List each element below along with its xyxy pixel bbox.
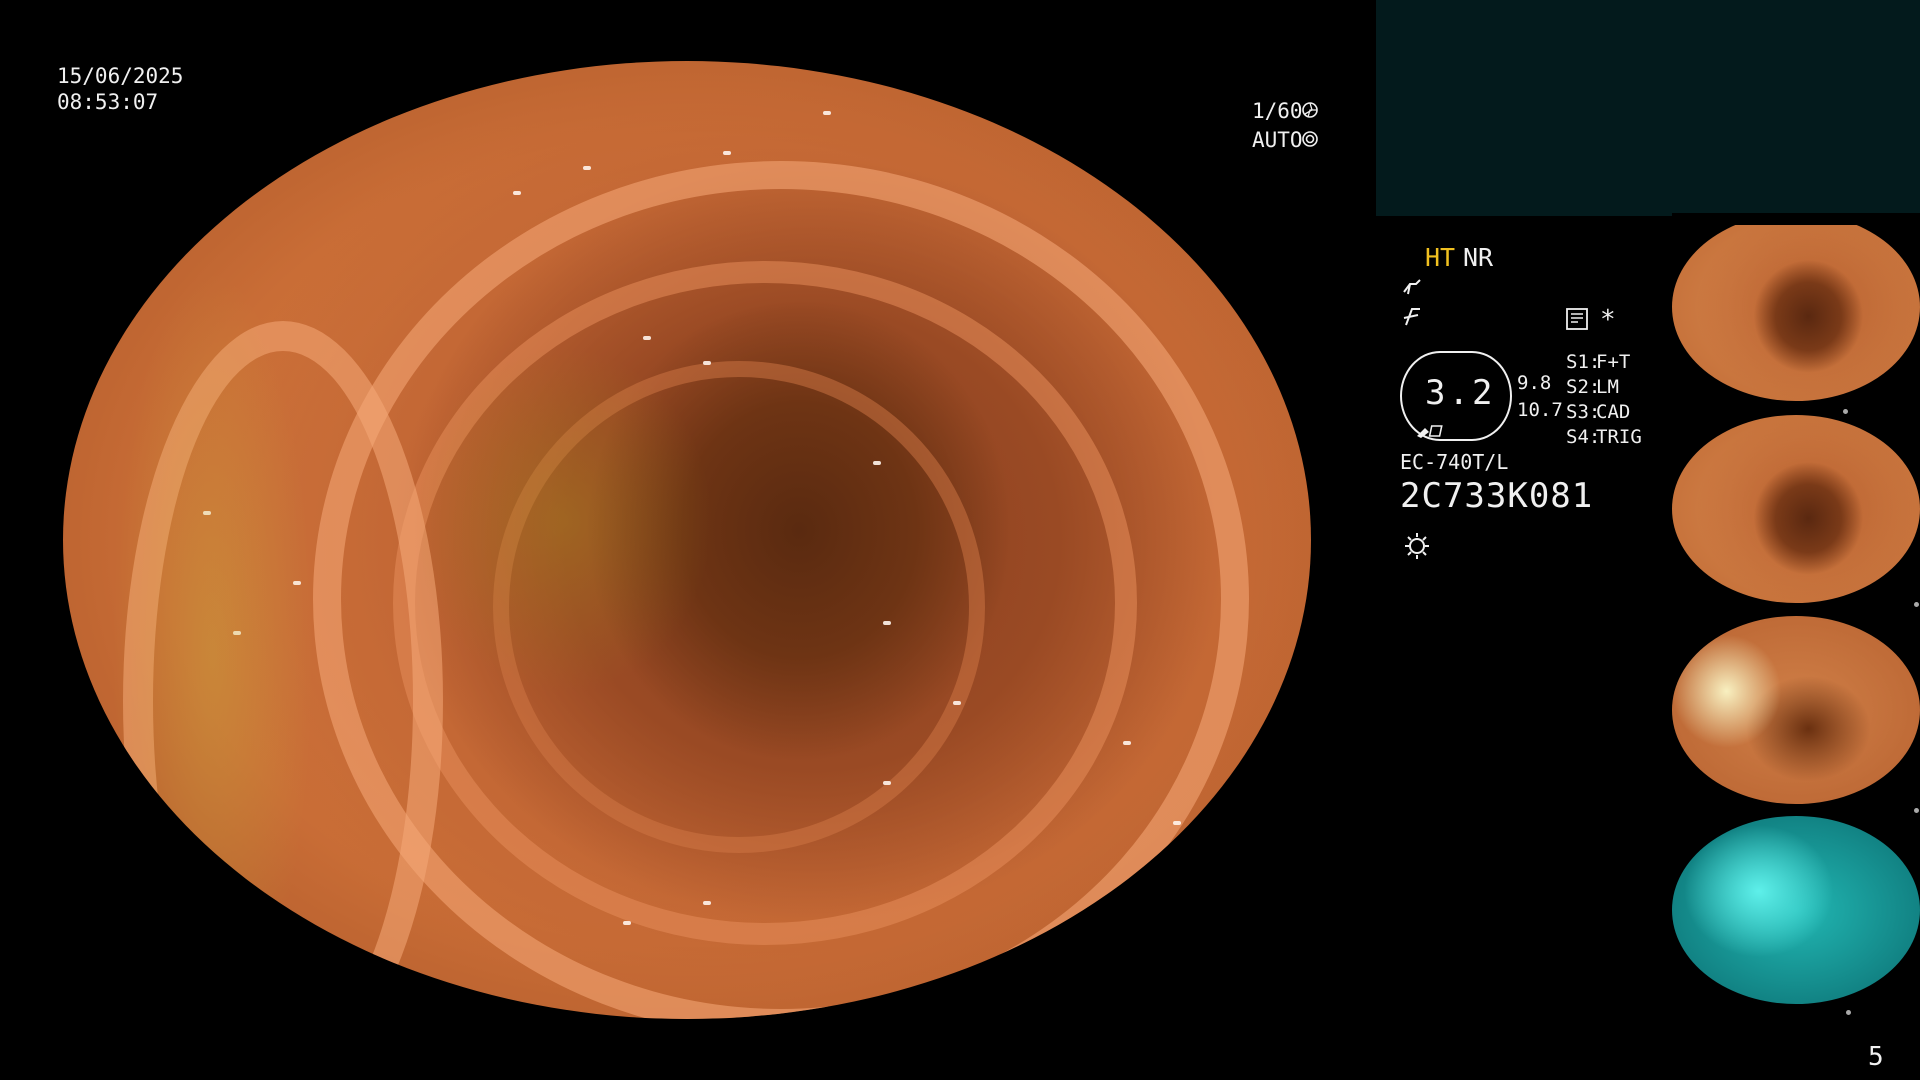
- iris-mode-label: AUTO: [1252, 128, 1303, 152]
- specular-highlight: [513, 191, 521, 195]
- specular-highlight: [883, 781, 891, 785]
- thumbnail-marker: [1846, 1010, 1851, 1015]
- shutter-speed-label: 1/60: [1252, 99, 1303, 123]
- specular-highlight: [703, 901, 711, 905]
- switch-value: TRIG: [1596, 426, 1642, 448]
- specular-highlight: [203, 511, 211, 515]
- specular-highlight: [643, 336, 651, 340]
- specular-highlight: [953, 701, 961, 705]
- specular-highlight: [1123, 741, 1131, 745]
- switch-value: LM: [1596, 376, 1619, 398]
- thumbnail-marker: [1843, 409, 1848, 414]
- specular-highlight: [293, 581, 301, 585]
- date-label: 15/06/2025: [57, 64, 184, 88]
- switch-value: CAD: [1596, 401, 1631, 423]
- mucosal-fold-outer: [313, 161, 1249, 1019]
- specular-highlight: [873, 461, 881, 465]
- shutter-icon: [1302, 102, 1318, 118]
- iris-icon: [1302, 131, 1318, 147]
- time-label: 08:53:07: [57, 90, 159, 114]
- ht-mode-indicator: HT: [1425, 243, 1456, 272]
- specular-highlight: [703, 361, 711, 365]
- mucosal-fold-middle: [393, 261, 1137, 945]
- capture-thumbnail[interactable]: [1672, 213, 1920, 401]
- scope-serial-label: 2C733K081: [1400, 476, 1594, 516]
- switch-value: F+T: [1596, 351, 1631, 373]
- asterisk-indicator: *: [1600, 305, 1616, 335]
- capture-thumbnail[interactable]: [1672, 415, 1920, 603]
- nr-mode-indicator: NR: [1463, 243, 1494, 272]
- scope-model-label: EC-740T/L: [1400, 450, 1509, 474]
- light-source-icon: [1402, 530, 1432, 560]
- specular-highlight: [233, 631, 241, 635]
- scale-right-top: 9.8: [1517, 372, 1552, 394]
- mucosal-fold-left: [123, 321, 443, 1019]
- page-number: 5: [1868, 1042, 1884, 1072]
- thumbnail-marker: [1914, 808, 1919, 813]
- capture-thumbnail[interactable]: [1672, 616, 1920, 804]
- specular-highlight: [723, 151, 731, 155]
- zoom-scale-value: 3.2: [1425, 373, 1496, 413]
- info-panel-box: [1376, 0, 1920, 216]
- scale-right-bottom: 10.7: [1517, 399, 1563, 421]
- specular-highlight: [583, 166, 591, 170]
- specular-highlight: [623, 921, 631, 925]
- specular-highlight: [1173, 821, 1181, 825]
- scope-tip-icon: [1415, 420, 1447, 438]
- mucosal-fold-inner: [493, 361, 985, 853]
- capture-thumbnail[interactable]: [1672, 816, 1920, 1004]
- specular-highlight: [883, 621, 891, 625]
- thumbnail-marker: [1914, 602, 1919, 607]
- contrast-curve-icon: [1402, 277, 1426, 302]
- specular-highlight: [823, 111, 831, 115]
- endoscopy-view: [63, 61, 1311, 1019]
- enhancement-icon: [1402, 307, 1424, 333]
- memory-card-icon: [1566, 308, 1588, 330]
